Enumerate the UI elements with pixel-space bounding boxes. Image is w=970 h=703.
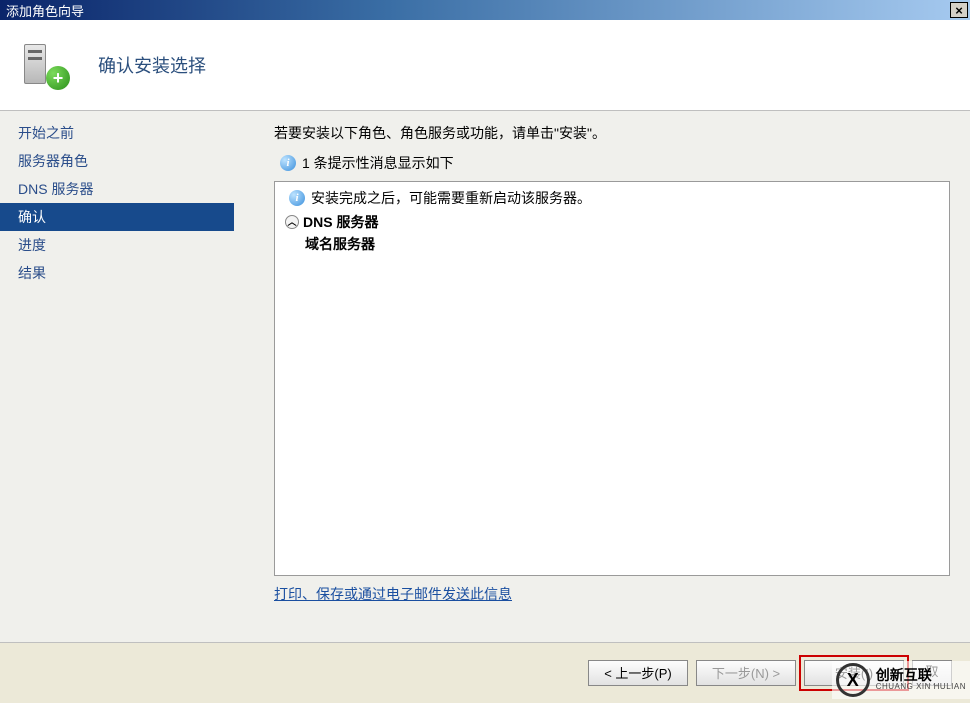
plus-badge-icon: + — [46, 66, 70, 90]
close-button[interactable]: × — [950, 2, 968, 18]
info-message-line: i 1 条提示性消息显示如下 — [274, 153, 950, 173]
wizard-steps-sidebar: 开始之前 服务器角色 DNS 服务器 确认 进度 结果 — [0, 111, 234, 642]
step-dns-server[interactable]: DNS 服务器 — [0, 175, 234, 203]
export-link-line: 打印、保存或通过电子邮件发送此信息 — [274, 584, 950, 604]
wizard-main: 若要安装以下角色、角色服务或功能，请单击"安装"。 i 1 条提示性消息显示如下… — [234, 111, 970, 642]
info-icon: i — [289, 190, 305, 206]
next-button: 下一步(N) > — [696, 660, 796, 686]
info-message-text: 1 条提示性消息显示如下 — [302, 153, 454, 173]
confirmation-panel: i 安装完成之后，可能需要重新启动该服务器。 ︿ DNS 服务器 域名服务器 — [274, 181, 950, 576]
intro-text: 若要安装以下角色、角色服务或功能，请单击"安装"。 — [274, 123, 950, 143]
step-before-begin[interactable]: 开始之前 — [0, 119, 234, 147]
role-description: 域名服务器 — [285, 234, 939, 254]
wizard-footer: < 上一步(P) 下一步(N) > 安装(I) 取消 — [0, 642, 970, 702]
restart-warning-text: 安装完成之后，可能需要重新启动该服务器。 — [311, 188, 591, 208]
step-progress[interactable]: 进度 — [0, 231, 234, 259]
role-name: DNS 服务器 — [303, 212, 378, 232]
step-confirm[interactable]: 确认 — [0, 203, 234, 231]
info-icon: i — [280, 155, 296, 171]
watermark-icon: X — [836, 663, 870, 697]
step-server-roles[interactable]: 服务器角色 — [0, 147, 234, 175]
export-info-link[interactable]: 打印、保存或通过电子邮件发送此信息 — [274, 586, 512, 602]
wizard-icon: + — [20, 40, 70, 90]
wizard-header: + 确认安装选择 — [0, 20, 970, 110]
watermark-cn: 创新互联 — [876, 668, 966, 683]
server-icon — [24, 44, 46, 84]
wizard-body: 开始之前 服务器角色 DNS 服务器 确认 进度 结果 若要安装以下角色、角色服… — [0, 111, 970, 642]
collapse-icon[interactable]: ︿ — [285, 215, 299, 229]
step-results[interactable]: 结果 — [0, 259, 234, 287]
watermark-en: CHUANG XIN HULIAN — [876, 683, 966, 692]
page-title: 确认安装选择 — [98, 52, 206, 78]
titlebar: 添加角色向导 × — [0, 0, 970, 20]
close-icon: × — [955, 4, 963, 17]
restart-warning-line: i 安装完成之后，可能需要重新启动该服务器。 — [285, 188, 939, 208]
window-title: 添加角色向导 — [6, 1, 84, 20]
role-header[interactable]: ︿ DNS 服务器 — [285, 212, 939, 232]
watermark: X 创新互联 CHUANG XIN HULIAN — [832, 661, 970, 699]
previous-button[interactable]: < 上一步(P) — [588, 660, 688, 686]
